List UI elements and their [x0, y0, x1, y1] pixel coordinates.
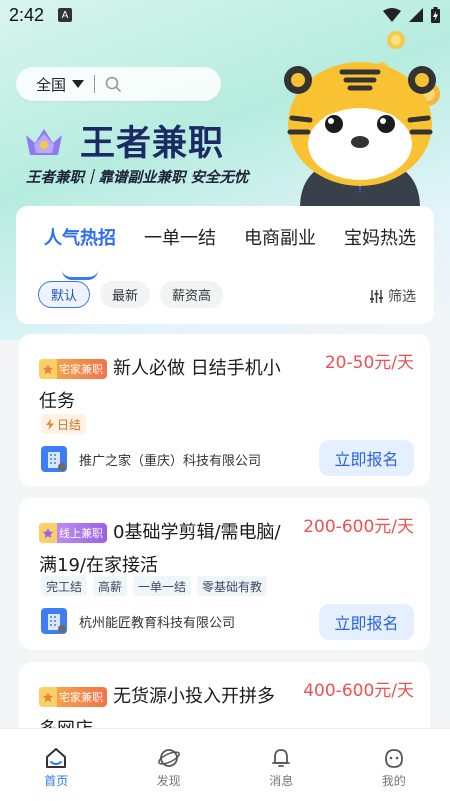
sort-chips: 默认 最新 薪资高 [38, 281, 224, 308]
battery-icon [431, 7, 440, 23]
city-selector[interactable]: 全国 [36, 74, 66, 95]
app-slogan: 王者兼职｜靠谱副业兼职 安全无忧 [26, 170, 249, 186]
nav-home-label: 首页 [44, 774, 69, 788]
search-divider [94, 75, 96, 93]
crown-logo-icon [26, 128, 62, 155]
company-building-icon [41, 608, 67, 634]
nav-messages[interactable]: 消息 [225, 729, 338, 801]
sort-salary-chip[interactable]: 薪资高 [160, 281, 224, 308]
job-badge-label: 线上兼职 [59, 526, 103, 540]
tab-per-order[interactable]: 一单一结 [144, 224, 216, 250]
job-card[interactable]: 宅家兼职 无货源小投入开拼多多网店 400-600元/天 [19, 662, 430, 728]
badge-star-icon [39, 687, 57, 707]
active-tab-indicator [62, 270, 98, 280]
planet-icon [157, 749, 180, 767]
tab-popular[interactable]: 人气热招 [44, 224, 116, 250]
badge-star-icon [39, 359, 57, 379]
notification-a-icon: A [58, 8, 73, 22]
job-type-badge: 宅家兼职 [39, 359, 107, 379]
sort-newest-chip[interactable]: 最新 [100, 281, 151, 308]
home-icon [46, 748, 67, 768]
bell-icon [272, 749, 291, 767]
job-title-block: 宅家兼职 无货源小投入开拼多多网店 [39, 680, 289, 728]
job-salary: 20-50元/天 [324, 353, 414, 373]
category-tabs: 人气热招 一单一结 电商副业 宝妈热选 [16, 224, 434, 280]
status-time: 2:42 [9, 4, 45, 25]
job-tags: 完工结 高薪 一单一结 零基础有教 [41, 576, 268, 596]
filter-label: 筛选 [388, 289, 416, 305]
nav-profile[interactable]: 我的 [338, 729, 450, 801]
company-building-icon [41, 446, 67, 472]
company-name: 杭州能匠教育科技有限公司 [79, 615, 236, 631]
nav-discover-label: 发现 [156, 774, 181, 788]
job-badge-label: 宅家兼职 [59, 690, 103, 704]
nav-messages-label: 消息 [269, 774, 294, 788]
job-type-badge: 宅家兼职 [39, 687, 107, 707]
lightning-icon [46, 418, 54, 430]
job-tag: 完工结 [41, 576, 88, 596]
job-title-block: 线上兼职 0基础学剪辑/需电脑/满19/在家接活 [39, 516, 289, 582]
company-info: 杭州能匠教育科技有限公司 [41, 608, 235, 634]
company-name: 推广之家（重庆）科技有限公司 [79, 453, 262, 469]
status-bar: 2:42 A [0, 0, 450, 30]
sort-default-chip[interactable]: 默认 [38, 281, 91, 308]
job-salary: 400-600元/天 [303, 681, 414, 701]
job-tags: 日结 [41, 414, 87, 434]
job-tag: 日结 [41, 414, 87, 434]
dropdown-caret-icon[interactable] [72, 80, 85, 88]
signal-icon [409, 8, 423, 22]
filter-button[interactable]: 筛选 [369, 286, 416, 306]
app-title-row: 王者兼职 [22, 115, 224, 166]
job-title-block: 宅家兼职 新人必做 日结手机小任务 [39, 352, 289, 418]
nav-profile-label: 我的 [381, 774, 406, 788]
job-type-badge: 线上兼职 [39, 523, 107, 543]
tab-ecommerce[interactable]: 电商副业 [244, 224, 316, 250]
job-tag: 一单一结 [133, 576, 192, 596]
apply-button[interactable]: 立即报名 [319, 604, 414, 640]
job-salary: 200-600元/天 [303, 517, 414, 537]
apply-button[interactable]: 立即报名 [319, 440, 414, 476]
job-tag: 高薪 [93, 576, 128, 596]
job-badge-label: 宅家兼职 [59, 362, 103, 376]
wifi-icon [383, 8, 401, 22]
badge-star-icon [39, 523, 57, 543]
category-tab-card: 人气热招 一单一结 电商副业 宝妈热选 默认 最新 薪资高 筛选 [16, 206, 434, 324]
job-card[interactable]: 线上兼职 0基础学剪辑/需电脑/满19/在家接活 200-600元/天 完工结 … [19, 498, 430, 650]
app-title: 王者兼职 [80, 124, 225, 164]
tiger-mascot-image [284, 31, 440, 208]
nav-discover[interactable]: 发现 [113, 729, 226, 801]
company-info: 推广之家（重庆）科技有限公司 [41, 446, 261, 472]
job-tag: 零基础有教 [197, 576, 268, 596]
location-search-bar[interactable]: 全国 [16, 67, 221, 101]
face-icon [384, 749, 403, 768]
filter-sliders-icon [370, 289, 383, 303]
search-icon[interactable] [105, 76, 121, 92]
bottom-navigation: 首页 发现 消息 我的 [0, 728, 450, 801]
job-card[interactable]: 宅家兼职 新人必做 日结手机小任务 20-50元/天 日结 推广之家（重庆）科技… [19, 334, 430, 486]
tab-moms[interactable]: 宝妈热选 [344, 224, 416, 250]
nav-home[interactable]: 首页 [0, 729, 113, 801]
